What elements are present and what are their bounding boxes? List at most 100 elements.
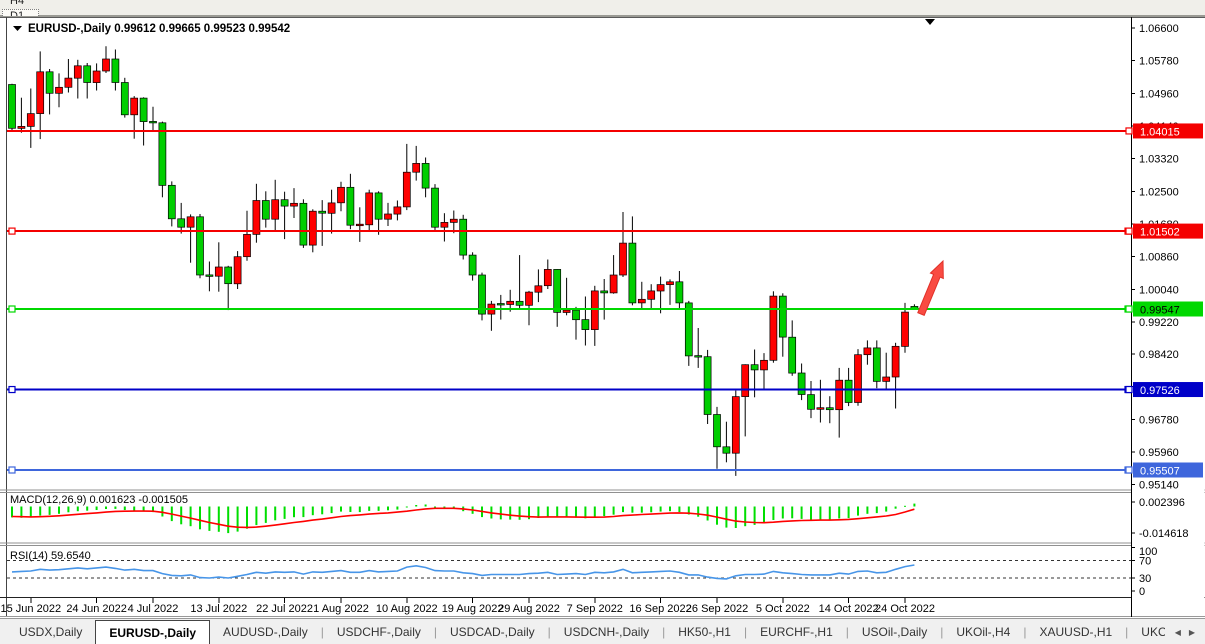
candle-up bbox=[366, 193, 373, 225]
date-label: 4 Jul 2022 bbox=[128, 603, 179, 615]
line-handle[interactable] bbox=[9, 306, 15, 312]
tab-scroll-left-icon[interactable]: ◀ bbox=[1175, 628, 1181, 637]
date-label: 26 Sep 2022 bbox=[686, 603, 748, 615]
chart-tab-usdchf-daily[interactable]: USDCHF-,Daily bbox=[324, 619, 434, 644]
price-tick-label: 1.02500 bbox=[1139, 186, 1179, 198]
candle-down bbox=[845, 380, 852, 402]
line-handle[interactable] bbox=[9, 467, 15, 473]
candle-up bbox=[385, 214, 392, 219]
candle-up bbox=[902, 312, 909, 346]
price-tick-label: 0.98420 bbox=[1139, 349, 1179, 361]
chart-tab-eurusd-daily[interactable]: EURUSD-,Daily bbox=[95, 620, 210, 644]
chart-tab-usoil-daily[interactable]: USOil-,Daily bbox=[849, 619, 940, 644]
tab-scroll-right-icon[interactable]: ▶ bbox=[1189, 628, 1195, 637]
candle-up bbox=[403, 172, 410, 207]
price-level-badge-label: 0.97526 bbox=[1140, 385, 1180, 397]
chart-tabs-bar: USDX,DailyEURUSD-,DailyAUDUSD-,Daily|USD… bbox=[0, 618, 1205, 644]
chart-canvas: 1.066001.057801.049601.041401.033201.025… bbox=[0, 0, 1205, 644]
candle-up bbox=[338, 187, 345, 203]
candle-down bbox=[516, 301, 523, 305]
candle-down bbox=[197, 217, 204, 275]
candle-up bbox=[65, 78, 72, 87]
candle-up bbox=[187, 217, 194, 227]
candle-up bbox=[648, 291, 655, 299]
line-handle[interactable] bbox=[1126, 467, 1132, 473]
candle-down bbox=[300, 203, 307, 245]
price-level-badge-label: 1.01502 bbox=[1140, 227, 1180, 239]
candle-up bbox=[234, 257, 241, 284]
candle-up bbox=[770, 296, 777, 360]
line-handle[interactable] bbox=[9, 228, 15, 234]
macd-label: MACD(12,26,9) 0.001623 -0.001505 bbox=[10, 494, 188, 506]
chart-tab-usdx-daily[interactable]: USDX,Daily bbox=[6, 619, 95, 644]
candle-up bbox=[291, 203, 298, 206]
candle-up bbox=[507, 301, 514, 304]
candle-up bbox=[836, 380, 843, 410]
candle-up bbox=[272, 200, 279, 220]
candle-up bbox=[526, 292, 533, 305]
candle-down bbox=[573, 310, 580, 320]
price-tick-label: 1.04960 bbox=[1139, 88, 1179, 100]
candle-down bbox=[460, 219, 467, 255]
chart-tab-usdcad-daily[interactable]: USDCAD-,Daily bbox=[437, 619, 548, 644]
line-handle[interactable] bbox=[1126, 128, 1132, 134]
rsi-tick-label: 70 bbox=[1139, 556, 1151, 568]
date-label: 15 Jun 2022 bbox=[1, 603, 62, 615]
chart-tab-ukoil-daily[interactable]: UKOil-,Daily bbox=[1128, 619, 1164, 644]
chart-tab-hk50-h1[interactable]: HK50-,H1 bbox=[665, 619, 744, 644]
candle-up bbox=[667, 282, 674, 285]
candle-down bbox=[873, 348, 880, 382]
line-handle[interactable] bbox=[1126, 228, 1132, 234]
price-level-badge-label: 0.95507 bbox=[1140, 465, 1180, 477]
price-tick-label: 1.00860 bbox=[1139, 252, 1179, 264]
application-window: { "toolbar": { "timeframes": ["5","M30",… bbox=[0, 0, 1205, 644]
candle-up bbox=[742, 365, 749, 397]
rsi-tick-label: 0 bbox=[1139, 586, 1145, 598]
date-label: 22 Jul 2022 bbox=[256, 603, 313, 615]
candle-down bbox=[685, 303, 692, 356]
chart-tab-audusd-daily[interactable]: AUDUSD-,Daily bbox=[210, 619, 321, 644]
price-level-badge-label: 1.04015 bbox=[1140, 126, 1180, 138]
candle-up bbox=[883, 377, 890, 381]
chart-tab-xauusd-h1[interactable]: XAUUSD-,H1 bbox=[1026, 619, 1125, 644]
candle-up bbox=[864, 348, 871, 355]
candle-up bbox=[817, 408, 824, 410]
candle-up bbox=[103, 59, 110, 71]
candle-down bbox=[469, 255, 476, 275]
line-handle[interactable] bbox=[1126, 306, 1132, 312]
candle-up bbox=[37, 72, 44, 114]
candle-down bbox=[808, 395, 815, 410]
candle-up bbox=[450, 219, 457, 222]
date-label: 10 Aug 2022 bbox=[376, 603, 438, 615]
price-tick-label: 0.96780 bbox=[1139, 414, 1179, 426]
candle-down bbox=[601, 291, 608, 293]
candle-up bbox=[413, 163, 420, 172]
price-tick-label: 0.95140 bbox=[1139, 480, 1179, 492]
candle-down bbox=[826, 408, 833, 410]
candle-down bbox=[319, 211, 326, 213]
candle-down bbox=[714, 415, 721, 447]
candle-down bbox=[112, 59, 119, 83]
candle-up bbox=[328, 203, 335, 213]
candle-down bbox=[629, 243, 636, 303]
candle-up bbox=[131, 98, 138, 115]
candle-up bbox=[657, 285, 664, 291]
line-handle[interactable] bbox=[9, 387, 15, 393]
line-handle[interactable] bbox=[1126, 387, 1132, 393]
chart-tab-eurchf-h1[interactable]: EURCHF-,H1 bbox=[747, 619, 846, 644]
candle-down bbox=[178, 219, 185, 227]
date-label: 24 Jun 2022 bbox=[66, 603, 127, 615]
price-tick-label: 1.06600 bbox=[1139, 23, 1179, 35]
candle-down bbox=[159, 123, 166, 186]
chart-tab-usdcnh-daily[interactable]: USDCNH-,Daily bbox=[551, 619, 662, 644]
chart-tab-ukoil-h4[interactable]: UKOil-,H4 bbox=[943, 619, 1023, 644]
candle-down bbox=[432, 188, 439, 227]
chart-title-ohlc: EURUSD-,Daily 0.99612 0.99665 0.99523 0.… bbox=[28, 23, 290, 35]
chart-tabs: USDX,DailyEURUSD-,DailyAUDUSD-,Daily|USD… bbox=[0, 619, 1165, 644]
rsi-tick-label: 30 bbox=[1139, 573, 1151, 585]
candle-up bbox=[18, 126, 25, 128]
candle-down bbox=[347, 187, 354, 225]
candle-up bbox=[638, 299, 645, 303]
date-label: 13 Jul 2022 bbox=[190, 603, 247, 615]
date-label: 16 Sep 2022 bbox=[629, 603, 691, 615]
